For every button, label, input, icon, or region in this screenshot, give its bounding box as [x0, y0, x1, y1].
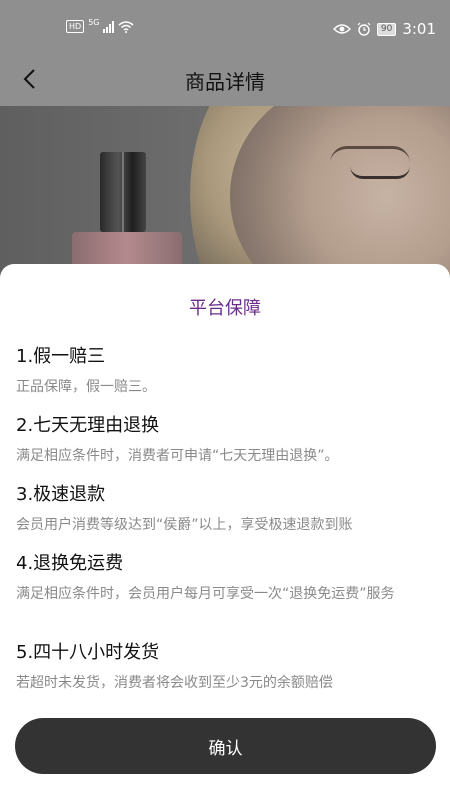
battery-indicator: 90 — [376, 22, 397, 36]
wifi-icon — [118, 20, 134, 33]
eye-icon — [332, 24, 351, 34]
guarantee-desc: 满足相应条件时，会员用户每月可享受一次“退换免运费”服务 — [16, 586, 395, 602]
guarantee-desc: 满足相应条件时，消费者可申请“七天无理由退换”。 — [16, 448, 339, 464]
app-header: 商品详情 — [0, 56, 450, 106]
status-left: HD 5G — [66, 18, 134, 33]
alarm-icon — [357, 22, 371, 36]
guarantee-sheet: 平台保障 1.假一赔三 正品保障，假一赔三。 2.七天无理由退换 满足相应条件时… — [0, 264, 450, 800]
guarantee-item: 5.四十八小时发货 若超时未发货，消费者将会收到至少3元的余额赔偿 — [16, 642, 436, 694]
status-right: 90 3:01 — [332, 20, 436, 38]
network-type: 5G — [88, 18, 100, 27]
guarantee-item: 2.七天无理由退换 满足相应条件时，消费者可申请“七天无理由退换”。 — [16, 415, 436, 467]
status-bar: HD 5G 90 3:01 — [0, 0, 450, 56]
product-image — [0, 106, 450, 276]
guarantee-desc: 若超时未发货，消费者将会收到至少3元的余额赔偿 — [16, 675, 333, 691]
guarantee-item: 1.假一赔三 正品保障，假一赔三。 — [16, 346, 436, 398]
guarantee-item: 3.极速退款 会员用户消费等级达到“侯爵”以上，享受极速退款到账 — [16, 484, 436, 536]
guarantee-desc: 正品保障，假一赔三。 — [16, 379, 156, 395]
guarantee-item: 4.退换免运费 满足相应条件时，会员用户每月可享受一次“退换免运费”服务 — [16, 553, 436, 605]
guarantee-title: 2.七天无理由退换 — [16, 415, 160, 436]
sheet-title: 平台保障 — [189, 298, 261, 319]
page-title: 商品详情 — [185, 70, 265, 94]
hd-badge: HD — [66, 20, 85, 33]
confirm-button[interactable]: 确认 — [15, 718, 436, 774]
signal-icon — [103, 20, 115, 33]
guarantee-title: 3.极速退款 — [16, 484, 106, 505]
guarantee-title: 4.退换免运费 — [16, 553, 124, 574]
guarantee-title: 1.假一赔三 — [16, 346, 106, 367]
guarantee-title: 5.四十八小时发货 — [16, 642, 160, 663]
guarantee-desc: 会员用户消费等级达到“侯爵”以上，享受极速退款到账 — [16, 517, 353, 533]
clock: 3:01 — [402, 20, 436, 38]
